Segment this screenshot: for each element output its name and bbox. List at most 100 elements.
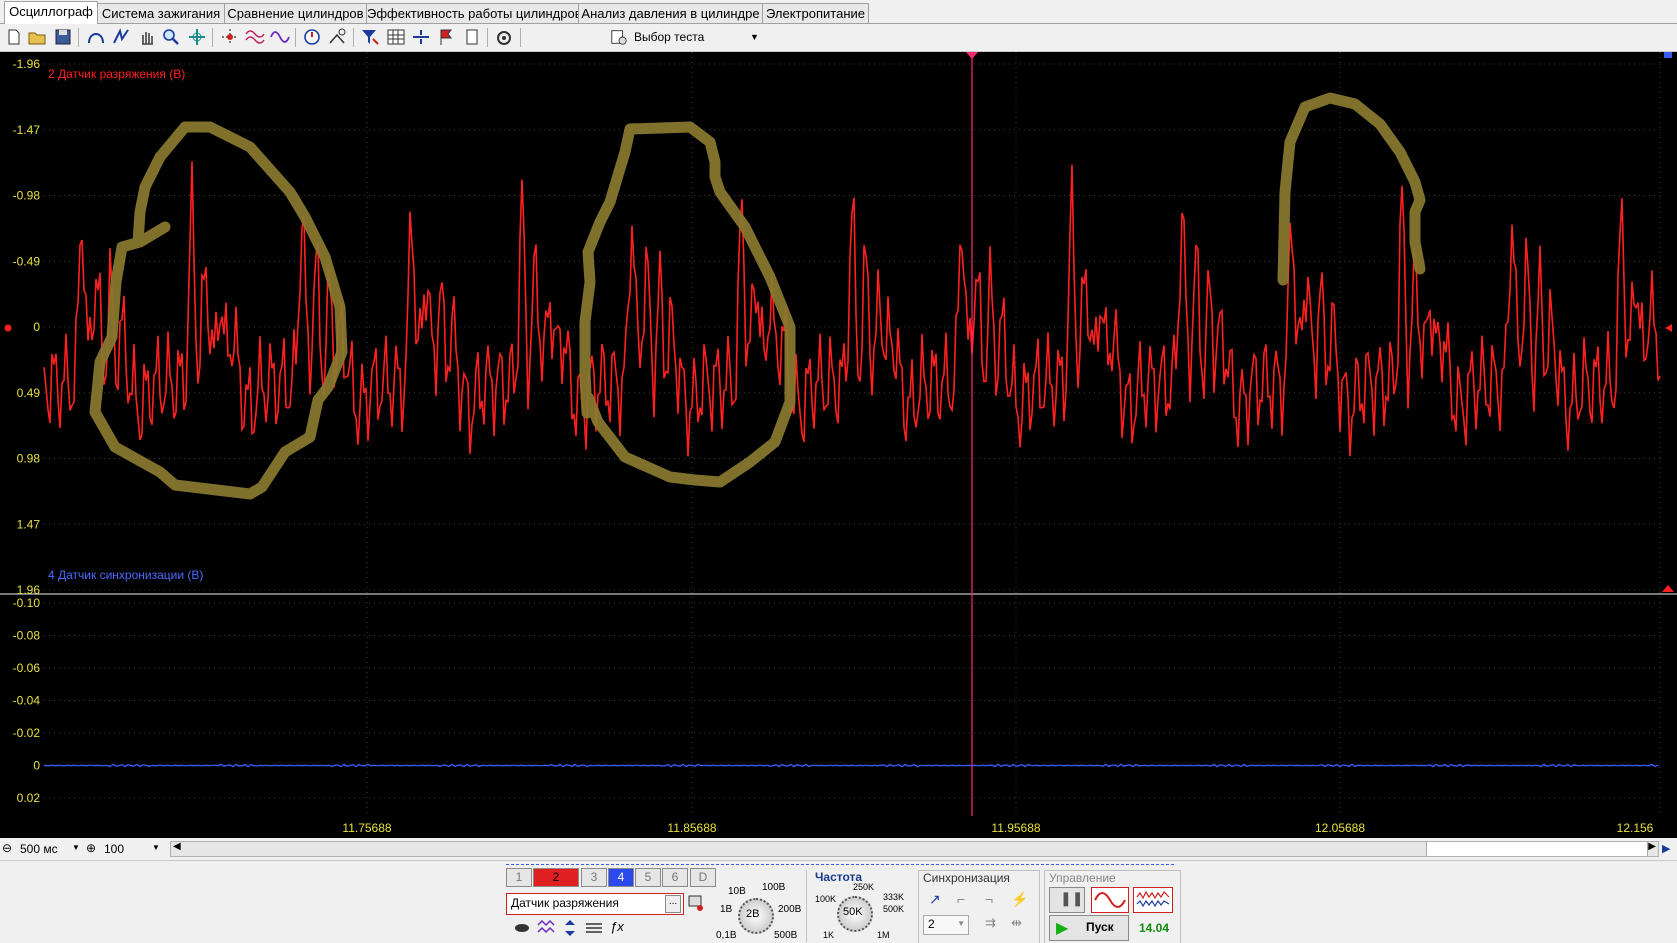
volt-label: 100В (762, 882, 786, 893)
channel-2-button[interactable]: 2 (533, 868, 579, 887)
function-icon[interactable]: ƒx (610, 919, 624, 934)
tab-cylinder-compare[interactable]: Сравнение цилиндров (224, 3, 367, 23)
frequency-panel: Частота 250K 100K 333K 500K 1K 1M 50K (806, 870, 917, 942)
channel2-scale-marker[interactable] (1662, 585, 1674, 592)
toolbar-separator (487, 28, 488, 47)
sync-down-icon[interactable]: ¬ (985, 891, 993, 907)
grid-icon[interactable] (386, 27, 406, 47)
y-tick-label: 0.98 (17, 452, 41, 466)
tab-oscilloscope[interactable]: Осциллограф (4, 1, 98, 24)
freq-label: 1K (823, 930, 835, 940)
timer-icon[interactable] (302, 27, 322, 47)
sync-center-icon[interactable]: ⇹ (1011, 915, 1022, 931)
volt-label: 1В (720, 904, 733, 915)
sine-wave-icon (1094, 892, 1126, 908)
lines-icon[interactable] (584, 918, 604, 938)
zoom-select[interactable]: ⊕ 100 ▼ (86, 841, 166, 857)
scroll-right-icon[interactable]: ▶ (1648, 841, 1656, 852)
channel2-right-marker[interactable] (1665, 324, 1672, 332)
control-panel: Управление ❚❚ ▶ Пуск 14.04 (1044, 870, 1181, 943)
tab-bar: Осциллограф Система зажигания Сравнение … (0, 0, 1677, 24)
sensor-name-field[interactable]: Датчик разряжения ... (506, 893, 684, 915)
sync-auto-icon[interactable]: ⚡ (1011, 891, 1028, 908)
sync-rising-icon[interactable]: ↗ (929, 891, 941, 908)
frequency-dial[interactable]: 50K (837, 896, 873, 932)
voltage-dial[interactable]: 2В (738, 898, 774, 934)
sync-panel: Синхронизация ↗ ⌐ ¬ ⚡ 2 ▼ ⇉ ⇹ (918, 870, 1040, 943)
channel4-waveform (43, 763, 1659, 768)
volt-label: 200В (778, 904, 802, 915)
page-icon[interactable] (462, 27, 482, 47)
channel-3-button[interactable]: 3 (581, 868, 607, 887)
timebase-select[interactable]: ⊖ 500 мс ▼ (2, 841, 82, 857)
sensor-link-icon[interactable] (686, 893, 706, 913)
open-folder-icon[interactable] (27, 27, 47, 47)
sine-mode-button[interactable] (1091, 887, 1129, 913)
oscilloscope-view[interactable]: -1.96 -1.47 -0.98 -0.49 0 0.49 0.98 1.47 1.96 -0… (0, 52, 1677, 838)
time-cursor-handle[interactable] (966, 52, 978, 59)
start-label: Пуск (1086, 920, 1114, 934)
wave-filter-icon[interactable] (536, 918, 556, 938)
scrollbar-thumb[interactable] (1426, 842, 1648, 856)
tab-ignition[interactable]: Система зажигания (97, 3, 225, 23)
zoom-in-icon[interactable]: ⊕ (86, 841, 96, 855)
vertical-scale-icon[interactable] (560, 918, 580, 938)
wave-overlay-icon[interactable] (270, 27, 290, 47)
zoom-icon[interactable] (161, 27, 181, 47)
scroll-end-icon[interactable]: ▶ (1662, 842, 1670, 855)
y-tick-label: -0.02 (13, 726, 41, 740)
zero-icon[interactable] (327, 27, 347, 47)
start-button[interactable]: ▶ Пуск (1049, 915, 1129, 941)
new-file-icon[interactable] (4, 27, 24, 47)
panel-splitter[interactable] (506, 860, 1174, 865)
y-tick-label: -0.10 (13, 596, 41, 610)
eye-icon[interactable] (512, 918, 532, 938)
sensor-more-button[interactable]: ... (665, 895, 681, 913)
sync-channel-value: 2 (928, 917, 935, 931)
x-tick-label: 11.85688 (667, 821, 716, 835)
y-tick-label: 0 (33, 759, 40, 773)
save-icon[interactable] (53, 27, 73, 47)
pause-button[interactable]: ❚❚ (1049, 887, 1085, 913)
auto-scale-icon[interactable] (187, 27, 207, 47)
sync-level-icon[interactable]: ⇉ (985, 915, 996, 931)
tab-power[interactable]: Электропитание (762, 3, 869, 23)
freq-label: 1M (877, 930, 890, 940)
hand-icon[interactable] (137, 27, 157, 47)
sync-up-icon[interactable]: ⌐ (957, 891, 965, 907)
y-tick-label: -1.96 (13, 57, 41, 71)
channel-marker-icon[interactable] (111, 27, 131, 47)
noise-wave-icon (1136, 890, 1170, 908)
channel-arch-icon[interactable] (86, 27, 106, 47)
channel-5-button[interactable]: 5 (635, 868, 661, 887)
zoom-value: 100 (104, 842, 125, 856)
horizontal-scrollbar[interactable]: ◀ ▶ (170, 841, 1659, 857)
channel-1-button[interactable]: 1 (506, 868, 532, 887)
noise-mode-button[interactable] (1133, 887, 1173, 913)
voltage-knob[interactable]: 10В 100В 1В 200В 0,1В 500В 2В (710, 876, 802, 942)
x-tick-label: 11.75688 (342, 821, 391, 835)
tab-pressure-analysis[interactable]: Анализ давления в цилиндре (578, 3, 763, 23)
y-tick-label: -0.49 (13, 254, 41, 268)
scroll-left-icon[interactable]: ◀ (173, 841, 181, 852)
channel-4-button[interactable]: 4 (608, 868, 634, 887)
frequency-value: 50K (843, 906, 863, 918)
settings-icon[interactable] (494, 27, 514, 47)
filter-icon[interactable] (360, 27, 380, 47)
test-select[interactable]: Выбор теста ▼ (610, 27, 765, 47)
zoom-out-icon[interactable]: ⊖ (2, 841, 12, 855)
channel4-marker[interactable] (1664, 52, 1672, 58)
cursor-icon[interactable] (220, 27, 240, 47)
channel-6-button[interactable]: 6 (662, 868, 688, 887)
channel2-zero-marker[interactable] (4, 324, 12, 332)
tab-cylinder-efficiency[interactable]: Эффективность работы цилиндров (366, 3, 582, 23)
version-value: 14.04 (1139, 921, 1170, 935)
timebase-value: 500 мс (20, 842, 58, 856)
toolbar-separator (78, 28, 79, 47)
sync-title: Синхронизация (923, 871, 1010, 885)
wave-compare-icon[interactable] (245, 27, 265, 47)
sync-channel-select[interactable]: 2 ▼ (923, 915, 969, 935)
flag-icon[interactable] (436, 27, 456, 47)
split-icon[interactable] (411, 27, 431, 47)
freq-label: 250K (853, 882, 875, 892)
